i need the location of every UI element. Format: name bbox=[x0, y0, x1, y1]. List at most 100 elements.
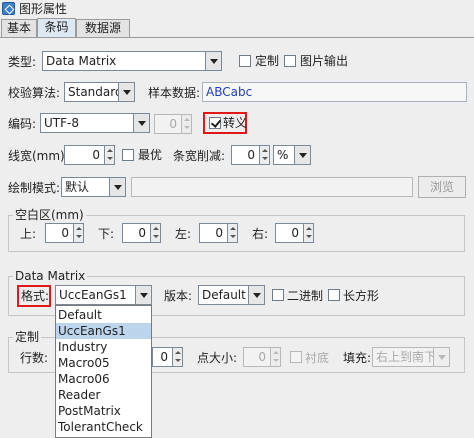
version-select[interactable]: Default bbox=[198, 285, 265, 305]
binary-label: 二进制 bbox=[287, 289, 324, 303]
encoding-select[interactable]: UTF-8 bbox=[40, 113, 150, 133]
margin-bottom-label: 下: bbox=[98, 227, 115, 241]
rectangle-label: 长方形 bbox=[343, 289, 380, 303]
chevron-down-icon[interactable] bbox=[294, 146, 310, 164]
chevron-down-icon[interactable] bbox=[133, 114, 149, 132]
rows-label: 行数: bbox=[20, 351, 49, 365]
format-option-postmatrix[interactable]: PostMatrix bbox=[56, 403, 151, 419]
margin-right-value: 0 bbox=[291, 226, 299, 240]
format-dropdown-list: Default UccEanGs1 Industry Macro05 Macro… bbox=[55, 305, 152, 438]
version-label: 版本: bbox=[164, 289, 193, 303]
margin-left-spinner[interactable]: 0 bbox=[199, 223, 238, 243]
background-checkbox[interactable] bbox=[290, 351, 302, 363]
format-option-macro06[interactable]: Macro06 bbox=[56, 371, 151, 387]
format-option-tolerantcheck[interactable]: TolerantCheck bbox=[56, 419, 151, 435]
margin-top-value: 0 bbox=[61, 226, 69, 240]
dot-size-value: 0 bbox=[258, 350, 266, 364]
format-option-default[interactable]: Default bbox=[56, 307, 151, 323]
spinner-arrows-icon[interactable] bbox=[259, 146, 269, 164]
optimal-label: 最优 bbox=[138, 148, 163, 162]
spinner-arrows-icon[interactable] bbox=[172, 348, 182, 366]
chevron-down-icon[interactable] bbox=[109, 178, 125, 196]
custom-label: 定制 bbox=[255, 54, 280, 68]
chevron-down-icon[interactable] bbox=[205, 52, 221, 70]
margin-top-label: 上: bbox=[20, 227, 37, 241]
data-matrix-title: Data Matrix bbox=[13, 269, 88, 283]
sample-data-label: 样本数据: bbox=[148, 86, 201, 100]
draw-mode-value: 默认 bbox=[65, 180, 90, 194]
custom-title: 定制 bbox=[13, 330, 42, 344]
bar-reduce-unit-value: % bbox=[277, 148, 289, 162]
image-output-label: 图片输出 bbox=[300, 54, 349, 68]
chevron-down-icon[interactable] bbox=[135, 286, 151, 304]
margin-top-spinner[interactable]: 0 bbox=[45, 223, 84, 243]
bar-reduce-spinner[interactable]: 0 bbox=[231, 145, 270, 165]
margin-left-value: 0 bbox=[215, 226, 223, 240]
rows-spinner[interactable]: 0 bbox=[152, 347, 183, 367]
format-option-macro05[interactable]: Macro05 bbox=[56, 355, 151, 371]
check-algorithm-select[interactable]: Standard bbox=[64, 82, 135, 102]
format-option-uccean-gs1[interactable]: UccEanGs1 bbox=[56, 323, 151, 339]
draw-mode-label: 绘制模式: bbox=[8, 181, 61, 195]
image-output-checkbox[interactable] bbox=[284, 55, 296, 67]
check-algorithm-label: 校验算法: bbox=[8, 86, 61, 100]
version-value: Default bbox=[202, 288, 246, 302]
spinner-arrows-icon[interactable] bbox=[150, 224, 160, 242]
rectangle-checkbox[interactable] bbox=[328, 289, 340, 301]
rows-value: 0 bbox=[160, 350, 168, 364]
type-label: 类型: bbox=[8, 55, 37, 69]
encoding-spinner[interactable]: 0 bbox=[154, 114, 192, 134]
bar-reduce-value: 0 bbox=[247, 148, 255, 162]
line-width-spinner[interactable]: 0 bbox=[64, 145, 115, 165]
background-label: 衬底 bbox=[305, 351, 330, 365]
title-bar bbox=[0, 0, 474, 17]
spinner-arrows-icon[interactable] bbox=[104, 146, 114, 164]
type-value: Data Matrix bbox=[46, 54, 117, 68]
custom-checkbox[interactable] bbox=[239, 55, 251, 67]
line-width-value: 0 bbox=[92, 148, 100, 162]
margin-bottom-spinner[interactable]: 0 bbox=[122, 223, 161, 243]
fill-value: 右上到南下 bbox=[376, 350, 437, 364]
chevron-down-icon[interactable] bbox=[433, 348, 449, 366]
spinner-arrows-icon[interactable] bbox=[303, 224, 313, 242]
draw-mode-path-field bbox=[131, 177, 413, 197]
blank-area-title: 空白区(mm) bbox=[13, 208, 86, 222]
tab-data-source[interactable]: 数据源 bbox=[76, 19, 130, 38]
escape-label: 转义 bbox=[223, 116, 248, 130]
spinner-arrows-icon[interactable] bbox=[227, 224, 237, 242]
bar-reduce-unit-select[interactable]: % bbox=[273, 145, 311, 165]
tab-barcode[interactable]: 条码 bbox=[37, 18, 76, 38]
format-value: UccEanGs1 bbox=[59, 288, 127, 302]
check-algorithm-value: Standard bbox=[68, 85, 123, 99]
encoding-value: UTF-8 bbox=[44, 116, 79, 130]
escape-checkbox[interactable] bbox=[209, 117, 221, 129]
optimal-checkbox[interactable] bbox=[122, 149, 134, 161]
format-label: 格式: bbox=[21, 289, 50, 303]
dot-size-label: 点大小: bbox=[197, 351, 238, 365]
browse-button[interactable]: 浏览 bbox=[418, 176, 466, 198]
dot-size-spinner[interactable]: 0 bbox=[243, 347, 281, 367]
fill-select[interactable]: 右上到南下 bbox=[372, 347, 450, 367]
spinner-arrows-icon[interactable] bbox=[73, 224, 83, 242]
chevron-down-icon[interactable] bbox=[248, 286, 264, 304]
tab-basic[interactable]: 基本 bbox=[1, 19, 37, 38]
margin-left-label: 左: bbox=[175, 227, 192, 241]
format-select[interactable]: UccEanGs1 bbox=[55, 285, 152, 305]
app-icon bbox=[2, 2, 15, 15]
margin-right-spinner[interactable]: 0 bbox=[275, 223, 314, 243]
spinner-arrows-icon[interactable] bbox=[270, 348, 280, 366]
format-option-industry[interactable]: Industry bbox=[56, 339, 151, 355]
chevron-down-icon[interactable] bbox=[118, 83, 134, 101]
bar-reduce-label: 条宽削减: bbox=[173, 149, 226, 163]
format-option-reader[interactable]: Reader bbox=[56, 387, 151, 403]
spinner-arrows-icon[interactable] bbox=[181, 115, 191, 133]
margin-right-label: 右: bbox=[252, 227, 269, 241]
fill-label: 填充: bbox=[343, 351, 372, 365]
sample-data-field[interactable]: ABCabc bbox=[202, 82, 467, 102]
binary-checkbox[interactable] bbox=[272, 289, 284, 301]
tab-divider bbox=[0, 37, 474, 38]
encoding-spin-value: 0 bbox=[169, 117, 177, 131]
window-title: 图形属性 bbox=[19, 2, 68, 16]
type-select[interactable]: Data Matrix bbox=[42, 51, 222, 71]
draw-mode-select[interactable]: 默认 bbox=[61, 177, 126, 197]
